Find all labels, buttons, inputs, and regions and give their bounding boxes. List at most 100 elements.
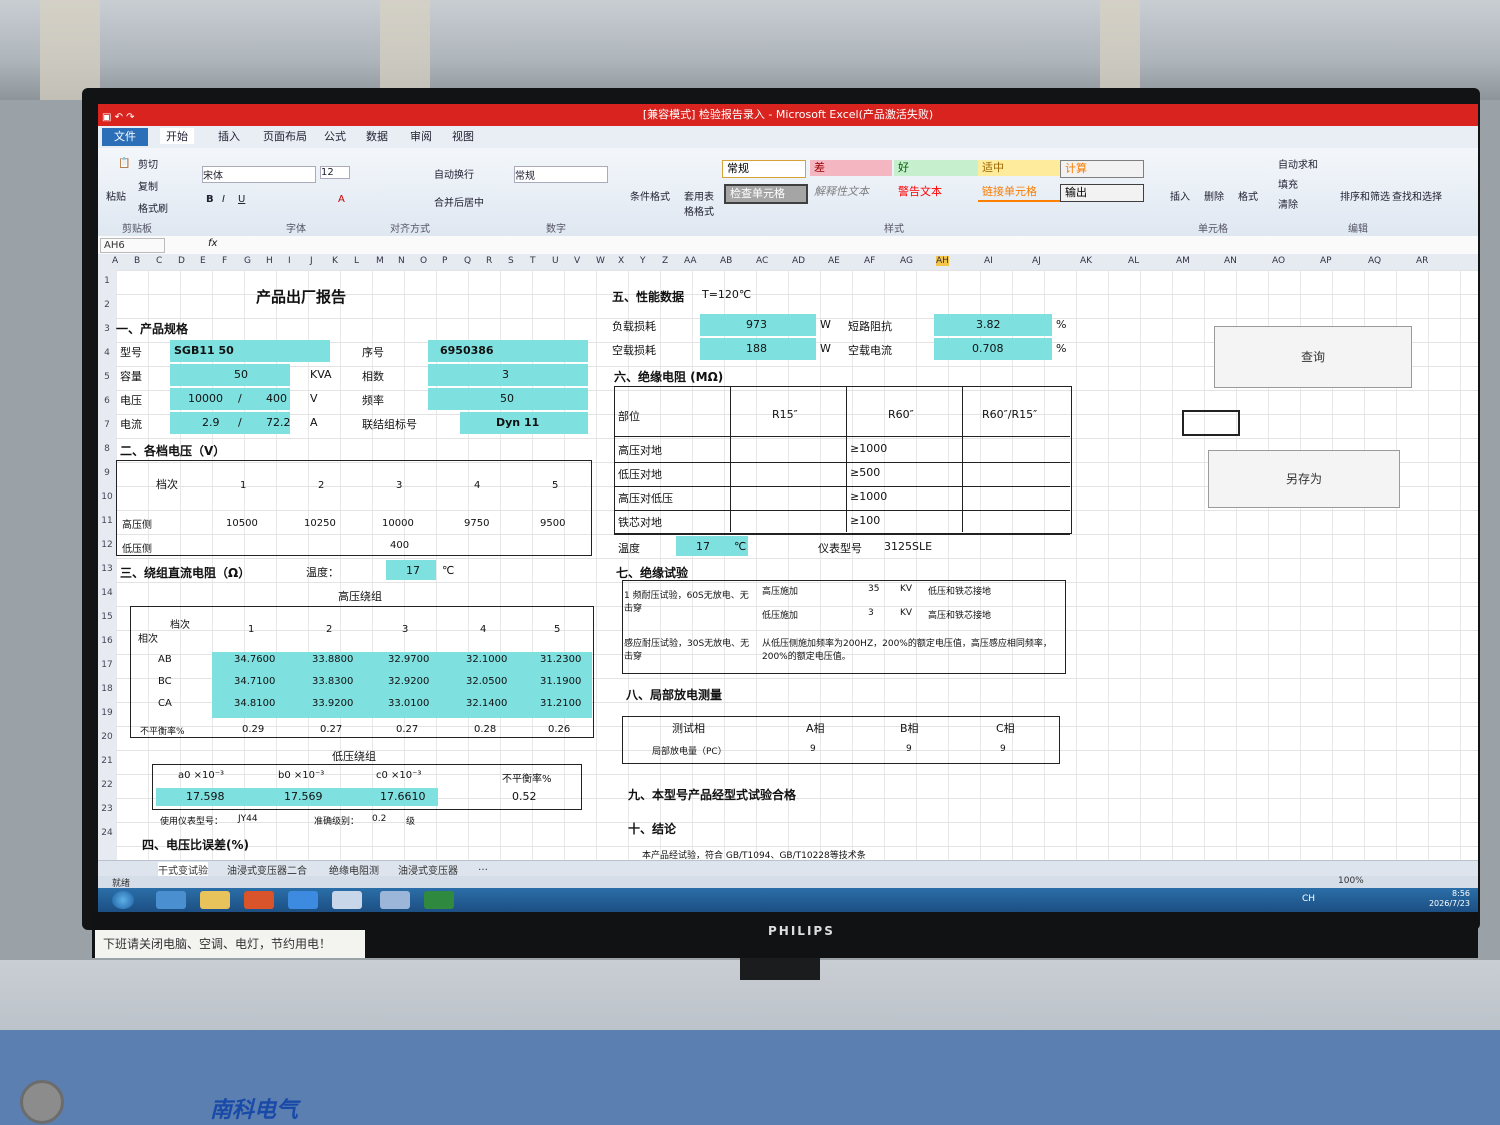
current-hv-value[interactable]: 2.9: [202, 416, 220, 429]
bold-icon[interactable]: B: [206, 194, 214, 205]
noload-current-value[interactable]: 0.708: [972, 342, 1004, 355]
insulation-r60[interactable]: ≥100: [850, 514, 880, 527]
column-header[interactable]: F: [222, 256, 227, 266]
accuracy-value[interactable]: 0.2: [372, 814, 386, 824]
font-name-select[interactable]: 宋体: [202, 166, 316, 183]
model-value[interactable]: SGB11 50: [174, 344, 234, 357]
insulation-r60[interactable]: ≥1000: [850, 442, 887, 455]
column-header[interactable]: Q: [464, 256, 471, 266]
autosum-button[interactable]: 自动求和: [1278, 156, 1318, 171]
paste-button[interactable]: 粘贴: [106, 188, 126, 203]
voltage-hv-value[interactable]: 10000: [188, 392, 223, 405]
save-as-button[interactable]: 另存为: [1208, 450, 1400, 508]
column-header[interactable]: N: [398, 256, 405, 266]
column-header[interactable]: T: [530, 256, 536, 266]
fill-button[interactable]: 填充: [1278, 176, 1298, 191]
font-size-select[interactable]: 12: [320, 166, 350, 179]
row-header[interactable]: 21: [98, 756, 116, 766]
format-painter-button[interactable]: 格式刷: [138, 200, 168, 215]
query-button[interactable]: 查询: [1214, 326, 1412, 388]
column-header[interactable]: K: [332, 256, 338, 266]
system-clock[interactable]: 8:56 2026/7/23: [1429, 889, 1470, 909]
style-output[interactable]: 输出: [1060, 184, 1144, 202]
row-header[interactable]: 14: [98, 588, 116, 598]
row-header[interactable]: 9: [98, 468, 116, 478]
tab-review[interactable]: 审阅: [410, 128, 432, 144]
resistance-value[interactable]: 31.2300: [540, 654, 581, 665]
serial-value[interactable]: 6950386: [440, 344, 494, 357]
row-header[interactable]: 22: [98, 780, 116, 790]
style-warning[interactable]: 警告文本: [894, 184, 978, 200]
tap-voltage[interactable]: 10000: [382, 518, 414, 529]
column-header[interactable]: AP: [1320, 256, 1332, 266]
row-header[interactable]: 10: [98, 492, 116, 502]
column-header[interactable]: AN: [1224, 256, 1237, 266]
row-header[interactable]: 16: [98, 636, 116, 646]
row-header[interactable]: 17: [98, 660, 116, 670]
excel-taskbar-icon[interactable]: [424, 891, 454, 909]
unbalance-value[interactable]: 0.27: [396, 724, 418, 735]
insulation-r60[interactable]: ≥1000: [850, 490, 887, 503]
row-header[interactable]: 19: [98, 708, 116, 718]
row-header[interactable]: 18: [98, 684, 116, 694]
row-header[interactable]: 13: [98, 564, 116, 574]
pd-value[interactable]: 9: [906, 744, 912, 754]
column-header[interactable]: AC: [756, 256, 768, 266]
network-icon[interactable]: [380, 891, 410, 909]
insert-cells-button[interactable]: 插入: [1170, 188, 1190, 203]
resistance-value[interactable]: 34.7600: [234, 654, 275, 665]
tap-voltage[interactable]: 10500: [226, 518, 258, 529]
lv-unbalance-value[interactable]: 0.52: [512, 790, 537, 803]
row-header[interactable]: 11: [98, 516, 116, 526]
column-header[interactable]: I: [288, 256, 291, 266]
column-header[interactable]: AR: [1416, 256, 1428, 266]
column-header[interactable]: Z: [662, 256, 668, 266]
row-header[interactable]: 7: [98, 420, 116, 430]
lv-applied-value[interactable]: 3: [868, 608, 874, 618]
column-header[interactable]: AA: [684, 256, 697, 266]
column-header[interactable]: M: [376, 256, 384, 266]
browser-icon[interactable]: [288, 891, 318, 909]
column-header[interactable]: AK: [1080, 256, 1092, 266]
unbalance-value[interactable]: 0.29: [242, 724, 264, 735]
tab-page-layout[interactable]: 页面布局: [263, 128, 307, 144]
cut-button[interactable]: 剪切: [138, 156, 158, 171]
tab-home[interactable]: 开始: [160, 128, 194, 144]
conditional-format-button[interactable]: 条件格式: [630, 188, 670, 203]
column-header[interactable]: O: [420, 256, 427, 266]
sort-filter-button[interactable]: 排序和筛选: [1340, 188, 1390, 203]
unbalance-value[interactable]: 0.26: [548, 724, 570, 735]
ie-icon[interactable]: [156, 891, 186, 909]
column-header[interactable]: S: [508, 256, 514, 266]
style-check[interactable]: 检查单元格: [724, 184, 808, 204]
column-header[interactable]: G: [244, 256, 251, 266]
media-icon[interactable]: [244, 891, 274, 909]
column-header[interactable]: Y: [640, 256, 646, 266]
resistance-value[interactable]: 33.8300: [312, 676, 353, 687]
column-header[interactable]: R: [486, 256, 492, 266]
pd-value[interactable]: 9: [1000, 744, 1006, 754]
resistance-value[interactable]: 32.1400: [466, 698, 507, 709]
resistance-value[interactable]: 34.7100: [234, 676, 275, 687]
vector-value[interactable]: Dyn 11: [496, 416, 539, 429]
lv-resistance-value[interactable]: 17.598: [186, 790, 225, 803]
name-box[interactable]: AH6: [100, 238, 165, 253]
resistance-value[interactable]: 33.0100: [388, 698, 429, 709]
folder-icon[interactable]: [200, 891, 230, 909]
column-header[interactable]: AM: [1176, 256, 1190, 266]
column-header[interactable]: AJ: [1032, 256, 1041, 266]
pd-value[interactable]: 9: [810, 744, 816, 754]
sheet-tab[interactable]: 绝缘电阻测: [329, 862, 379, 877]
lv-voltage[interactable]: 400: [390, 540, 409, 551]
column-header[interactable]: U: [552, 256, 559, 266]
column-header[interactable]: X: [618, 256, 624, 266]
worksheet[interactable]: 产品出厂报告 一、产品规格 型号 SGB11 50 序号 6950386 容量 …: [116, 270, 1478, 861]
column-header[interactable]: AE: [828, 256, 840, 266]
resistance-value[interactable]: 33.9200: [312, 698, 353, 709]
column-header[interactable]: AO: [1272, 256, 1285, 266]
sheet-tab[interactable]: 油浸式变压器二合: [227, 862, 307, 877]
column-header[interactable]: L: [354, 256, 359, 266]
find-select-button[interactable]: 查找和选择: [1392, 188, 1442, 203]
resistance-value[interactable]: 32.1000: [466, 654, 507, 665]
row-header[interactable]: 5: [98, 372, 116, 382]
